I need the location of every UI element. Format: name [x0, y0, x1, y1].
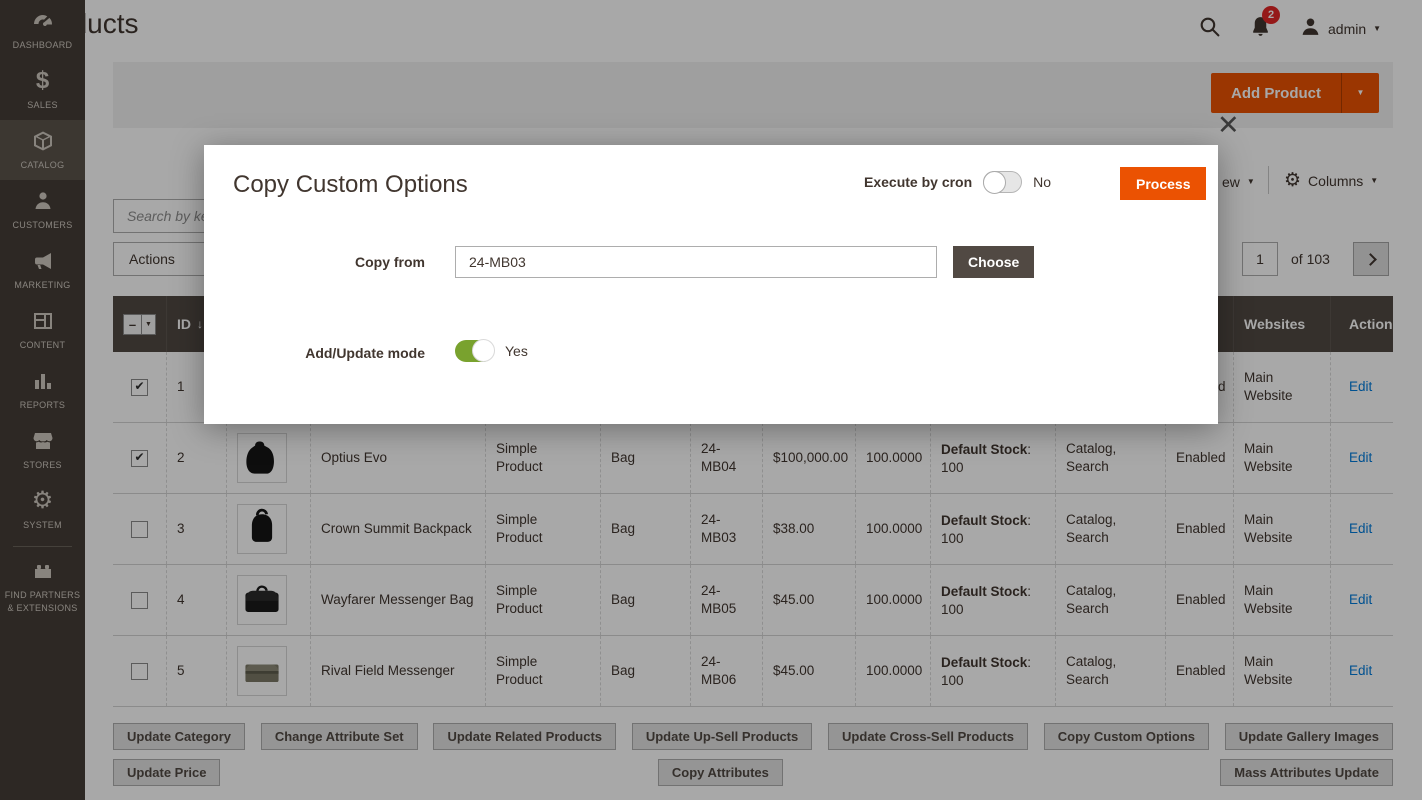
add-update-mode-toggle[interactable]	[455, 340, 494, 362]
copy-custom-options-modal: Copy Custom Options Execute by cron No P…	[204, 145, 1218, 424]
modal-title: Copy Custom Options	[233, 171, 468, 199]
execute-by-cron-toggle[interactable]	[983, 171, 1022, 193]
process-button[interactable]: Process	[1120, 167, 1206, 200]
execute-by-cron-value: No	[1033, 174, 1051, 190]
add-update-mode-label: Add/Update mode	[204, 345, 425, 361]
add-update-mode-value: Yes	[505, 343, 528, 359]
copy-from-label: Copy from	[204, 254, 425, 270]
choose-button[interactable]: Choose	[953, 246, 1034, 278]
copy-from-input[interactable]	[455, 246, 937, 278]
execute-by-cron-label: Execute by cron	[864, 174, 972, 190]
magento-admin-products-page: Dashboard $ Sales Catalog Customers Mark…	[0, 0, 1422, 800]
toggle-knob	[983, 171, 1006, 194]
toggle-knob	[472, 339, 495, 362]
close-icon[interactable]: ✕	[1217, 112, 1240, 139]
